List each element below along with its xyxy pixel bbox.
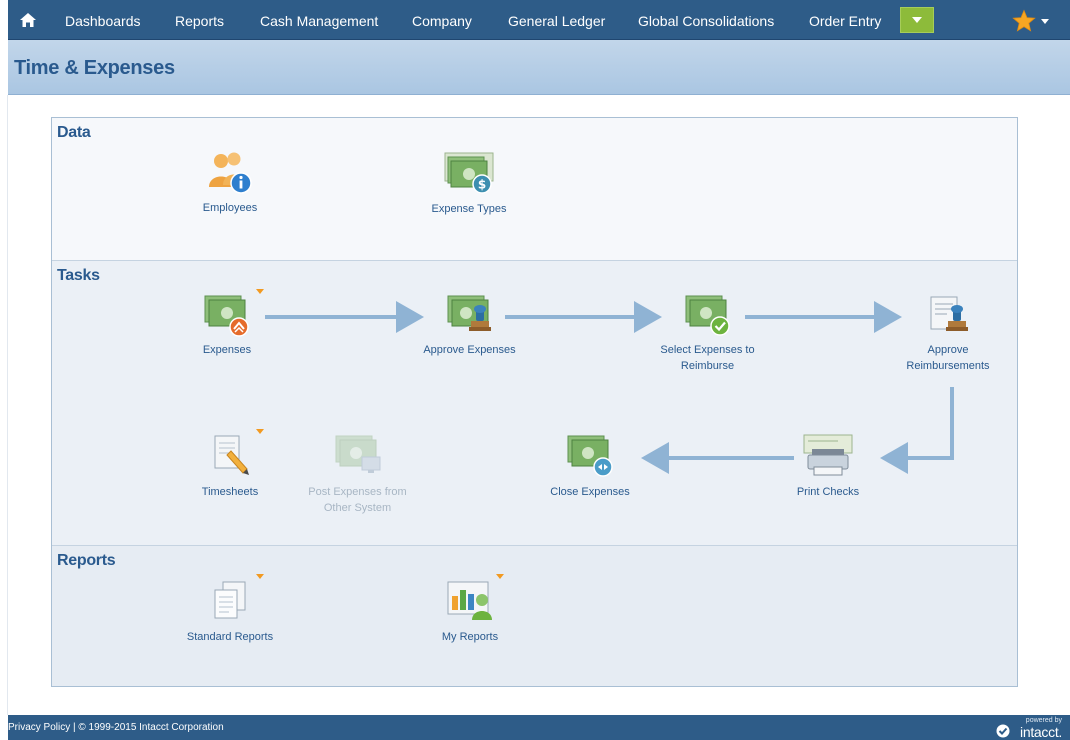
employees-info-icon xyxy=(209,152,252,194)
chevron-down-icon xyxy=(912,17,922,23)
standard-reports-label: Standard Reports xyxy=(186,631,274,643)
money-submit-icon xyxy=(204,295,249,337)
nav-item-company[interactable]: Company xyxy=(412,0,472,40)
svg-text:$: $ xyxy=(478,178,486,192)
home-button[interactable] xyxy=(8,6,48,34)
copyright-text: © 1999-2015 Intacct Corporation xyxy=(78,722,224,733)
money-close-icon xyxy=(567,435,613,477)
footer-text: Privacy Policy | © 1999-2015 Intacct Cor… xyxy=(8,722,224,733)
intacct-brand-text: intacct. xyxy=(1020,724,1062,740)
nav-item-reports[interactable]: Reports xyxy=(175,0,224,40)
data-section: Data Employees $ Expense Types xyxy=(52,118,1017,261)
approve-expenses-label: Approve Expenses xyxy=(423,344,516,356)
approve-reimbursements-label: Approve Reimbursements xyxy=(906,344,990,372)
nav-item-dashboards[interactable]: Dashboards xyxy=(65,0,141,40)
approve-reimbursements-tile[interactable]: Approve Reimbursements xyxy=(898,293,998,374)
print-checks-label: Print Checks xyxy=(796,486,860,498)
my-reports-label: My Reports xyxy=(441,631,499,643)
employees-tile[interactable]: Employees xyxy=(180,151,280,216)
standard-reports-dropdown-caret[interactable] xyxy=(256,574,264,579)
employees-label: Employees xyxy=(202,202,258,214)
money-stamp-icon xyxy=(447,295,491,331)
page-header: Time & Expenses xyxy=(8,40,1070,95)
nav-item-general-ledger[interactable]: General Ledger xyxy=(508,0,605,40)
reports-section: Reports Standard Reports My Reports xyxy=(52,546,1017,686)
top-navigation-bar: Dashboards Reports Cash Management Compa… xyxy=(8,0,1070,40)
favorites-button[interactable] xyxy=(1011,7,1067,35)
money-computer-icon xyxy=(335,435,380,473)
footer: Privacy Policy | © 1999-2015 Intacct Cor… xyxy=(8,715,1070,740)
nav-item-global-consolidations[interactable]: Global Consolidations xyxy=(638,0,774,40)
nav-item-cash-management[interactable]: Cash Management xyxy=(260,0,378,40)
document-pencil-icon xyxy=(214,435,249,475)
more-menu-button[interactable] xyxy=(900,7,934,33)
close-expenses-label: Close Expenses xyxy=(550,486,630,498)
tasks-section-title: Tasks xyxy=(57,267,100,284)
expenses-dropdown-caret[interactable] xyxy=(256,289,264,294)
workflow-panel: Data Employees $ Expense Types Tasks Exp… xyxy=(51,117,1018,687)
my-reports-dropdown-caret[interactable] xyxy=(496,574,504,579)
nav-item-order-entry[interactable]: Order Entry xyxy=(809,0,881,40)
timesheets-tile[interactable]: Timesheets xyxy=(180,433,280,500)
reports-section-title: Reports xyxy=(57,552,116,569)
post-expenses-from-other-system-tile: Post Expenses from Other System xyxy=(295,433,420,516)
intacct-logo-icon xyxy=(996,724,1010,738)
documents-icon xyxy=(214,581,246,619)
expenses-label: Expenses xyxy=(202,344,252,356)
printer-icon xyxy=(803,434,853,476)
timesheets-label: Timesheets xyxy=(201,486,259,498)
data-section-title: Data xyxy=(57,124,91,141)
expenses-tile[interactable]: Expenses xyxy=(172,293,282,358)
home-icon xyxy=(20,13,36,27)
privacy-policy-link[interactable]: Privacy Policy xyxy=(8,722,70,733)
expense-types-label: Expense Types xyxy=(431,203,507,215)
print-checks-tile[interactable]: Print Checks xyxy=(778,433,878,500)
standard-reports-tile[interactable]: Standard Reports xyxy=(170,578,290,645)
expense-types-tile[interactable]: $ Expense Types xyxy=(404,150,534,217)
page-title: Time & Expenses xyxy=(14,57,175,79)
money-dollar-icon: $ xyxy=(444,152,494,194)
powered-by-text: powered by xyxy=(1025,717,1062,724)
post-expenses-from-other-system-label: Post Expenses from Other System xyxy=(308,486,407,514)
select-expenses-to-reimburse-tile[interactable]: Select Expenses to Reimburse xyxy=(645,293,770,374)
left-gutter xyxy=(0,95,8,715)
powered-by-logo: powered by intacct. xyxy=(978,717,1062,740)
money-check-icon xyxy=(685,295,730,336)
select-expenses-to-reimburse-label: Select Expenses to Reimburse xyxy=(660,344,755,372)
document-stamp-icon xyxy=(930,296,968,331)
star-icon xyxy=(1012,9,1036,32)
close-expenses-tile[interactable]: Close Expenses xyxy=(530,433,650,500)
timesheets-dropdown-caret[interactable] xyxy=(256,429,264,434)
approve-expenses-tile[interactable]: Approve Expenses xyxy=(412,293,527,358)
my-reports-tile[interactable]: My Reports xyxy=(420,578,520,645)
chevron-down-icon xyxy=(1041,18,1049,24)
tasks-section: Tasks Expenses Approve Expenses Select E… xyxy=(52,261,1017,546)
report-chart-user-icon xyxy=(447,581,492,620)
